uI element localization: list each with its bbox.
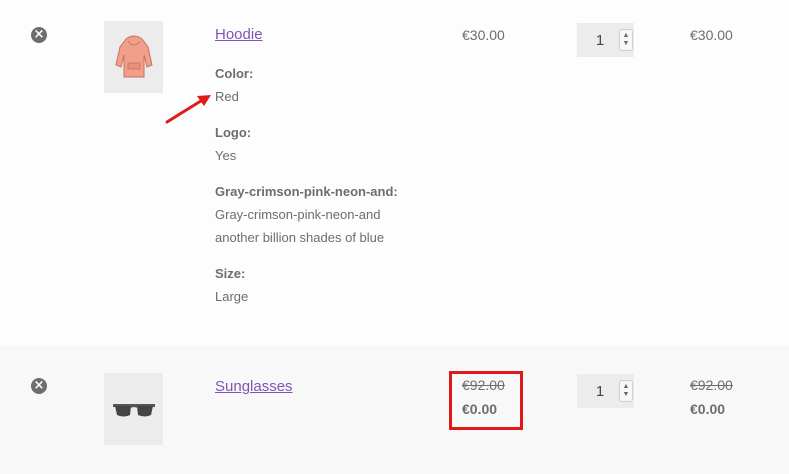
cart-row-sunglasses: × Sunglasses €92.00 €0.00 1 ▲ ▼ €92.00 €0… bbox=[0, 346, 789, 474]
attr-label-shades: Gray-crimson-pink-neon-and: bbox=[215, 184, 398, 199]
remove-item-icon[interactable]: × bbox=[31, 27, 47, 43]
new-subtotal: €0.00 bbox=[690, 401, 726, 417]
attr-label-logo: Logo: bbox=[215, 125, 252, 140]
spinner-icon[interactable]: ▲ ▼ bbox=[619, 29, 633, 51]
sunglasses-icon bbox=[112, 404, 155, 417]
remove-item-icon[interactable]: × bbox=[31, 378, 47, 394]
cart-row-hoodie: × Hoodie Color: Red Logo: Yes Gray-crims… bbox=[0, 0, 789, 346]
attr-value-logo: Yes bbox=[215, 148, 237, 163]
quantity-value[interactable]: 1 bbox=[577, 32, 619, 49]
hoodie-thumbnail[interactable] bbox=[104, 21, 163, 93]
attr-label-size: Size: bbox=[215, 266, 246, 281]
attr-value-color: Red bbox=[215, 89, 239, 104]
line-subtotal: €92.00 €0.00 bbox=[690, 377, 733, 417]
product-link-sunglasses[interactable]: Sunglasses bbox=[215, 378, 293, 395]
quantity-value[interactable]: 1 bbox=[577, 383, 619, 400]
line-subtotal: €30.00 bbox=[690, 27, 733, 43]
hoodie-icon bbox=[114, 35, 153, 78]
sunglasses-thumbnail[interactable] bbox=[104, 373, 163, 445]
product-attributes: Color: Red Logo: Yes Gray-crimson-pink-n… bbox=[215, 62, 398, 308]
attr-label-color: Color: bbox=[215, 66, 254, 81]
price-highlight-box bbox=[449, 371, 523, 430]
unit-price: €30.00 bbox=[462, 27, 505, 43]
annotation-arrow-icon bbox=[165, 95, 211, 124]
spinner-icon[interactable]: ▲ ▼ bbox=[619, 380, 633, 402]
attr-value-size: Large bbox=[215, 289, 249, 304]
quantity-stepper[interactable]: 1 ▲ ▼ bbox=[577, 374, 634, 408]
product-link-hoodie[interactable]: Hoodie bbox=[215, 26, 263, 43]
quantity-stepper[interactable]: 1 ▲ ▼ bbox=[577, 23, 634, 57]
old-subtotal: €92.00 bbox=[690, 377, 733, 393]
attr-value-shades: Gray-crimson-pink-neon-and another billi… bbox=[215, 207, 385, 245]
